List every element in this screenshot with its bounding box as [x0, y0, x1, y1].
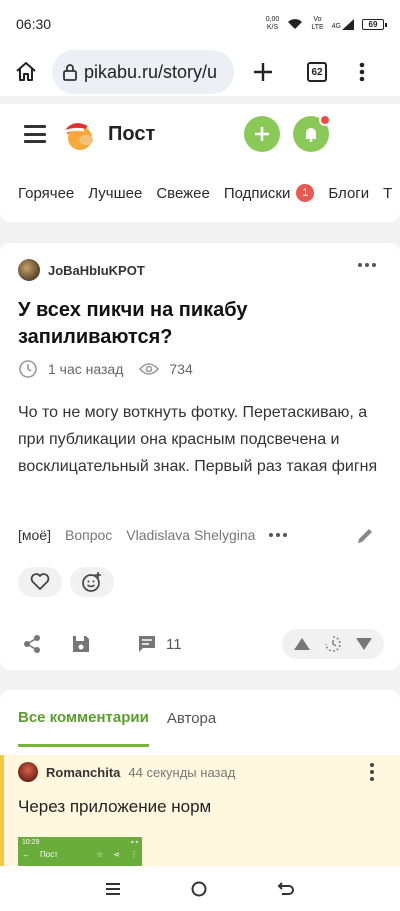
plus-icon	[255, 127, 269, 141]
category-subscriptions[interactable]: Подписки 1	[224, 184, 315, 202]
story-body: Чо то не могу воткнуть фотку. Перетаскив…	[18, 404, 378, 475]
category-subscriptions-label: Подписки	[223, 184, 291, 202]
clock-icon	[19, 360, 37, 378]
comment-author[interactable]: Romanchita	[46, 765, 120, 780]
vote-controls	[282, 629, 384, 659]
category-best[interactable]: Лучшее	[88, 185, 142, 202]
notification-dot	[319, 114, 331, 126]
status-time: 06:30	[16, 16, 52, 32]
author-name: JoBaHbIuKPOT	[48, 262, 145, 278]
add-reaction-button[interactable]	[70, 567, 114, 597]
lock-icon	[63, 64, 77, 81]
reaction-row	[18, 567, 114, 597]
notifications-button[interactable]	[293, 114, 331, 152]
story-author[interactable]: JoBaHbIuKPOT	[18, 259, 145, 281]
address-bar[interactable]: pikabu.ru/story/u	[52, 50, 234, 94]
category-nav: Горячее Лучшее Свежее Подписки 1 Блоги Т	[0, 164, 400, 222]
like-button[interactable]	[18, 567, 62, 597]
site-header: Пост	[0, 104, 400, 164]
story-tags: [моё] Вопрос Vladislava Shelygina	[18, 527, 288, 543]
system-nav-bar	[0, 866, 400, 911]
battery-level: 69	[368, 19, 378, 29]
recent-apps-icon[interactable]	[105, 882, 121, 896]
tag-question[interactable]: Вопрос	[65, 527, 112, 543]
menu-icon[interactable]	[24, 125, 46, 143]
network-bottom: LTE	[311, 24, 324, 31]
net-speed-unit: K/S	[266, 24, 279, 31]
comment-tabs: Все комментарии Автора	[18, 690, 216, 747]
comments-button[interactable]: 11	[138, 635, 182, 653]
image-share-icon: ⋖	[113, 850, 120, 859]
image-header: ← Пост ☆ ⋖ ⋮	[18, 848, 142, 861]
new-tab-button[interactable]	[234, 48, 292, 96]
plus-icon	[254, 63, 272, 81]
home-icon	[16, 62, 36, 81]
home-button[interactable]	[0, 48, 52, 96]
story-title[interactable]: У всех пикчи на пикабу запиливаются?	[18, 297, 378, 351]
add-post-button[interactable]	[244, 116, 280, 152]
comment-text: Через приложение норм	[18, 797, 212, 816]
cell-type: 4G	[331, 22, 341, 30]
signal-icon: 4G	[331, 18, 354, 30]
home-circle-icon[interactable]	[191, 881, 207, 897]
story-footer: 11	[0, 618, 400, 670]
subscriptions-badge: 1	[296, 184, 315, 202]
comment-header: Romanchita 44 секунды назад	[18, 762, 235, 782]
heart-icon	[30, 573, 50, 590]
pikabu-logo[interactable]	[60, 116, 96, 152]
comments-count: 11	[166, 635, 182, 653]
story-time: 1 час назад	[48, 361, 124, 377]
emoji-add-icon	[82, 572, 101, 592]
category-more[interactable]: Т	[383, 185, 392, 202]
tag-author[interactable]: Vladislava Shelygina	[126, 527, 255, 543]
net-speed: 0,00 K/S	[266, 16, 280, 32]
downvote-icon[interactable]	[355, 637, 373, 651]
eye-icon	[139, 363, 160, 375]
comment-icon	[139, 636, 155, 652]
avatar[interactable]	[18, 762, 38, 782]
upvote-icon[interactable]	[293, 637, 311, 651]
category-fresh[interactable]: Свежее	[156, 185, 210, 202]
image-time: 10:29	[22, 839, 40, 846]
category-blogs[interactable]: Блоги	[328, 185, 369, 202]
image-star-icon: ☆	[96, 850, 104, 859]
status-icons: 0,00 K/S Vo LTE 4G 69	[266, 16, 387, 32]
more-vertical-icon	[359, 62, 365, 82]
tab-all-comments[interactable]: Все комментарии	[18, 690, 149, 747]
edit-icon[interactable]	[356, 527, 374, 545]
save-icon[interactable]	[72, 635, 90, 653]
bell-icon	[305, 128, 317, 142]
back-icon[interactable]	[277, 881, 295, 897]
wifi-icon	[288, 19, 303, 29]
tab-author-comments[interactable]: Автора	[167, 690, 216, 747]
image-status-icons: ▪ ▪	[131, 839, 138, 846]
story-card: JoBaHbIuKPOT У всех пикчи на пикабу запи…	[0, 243, 400, 670]
tabs-button[interactable]: 62	[292, 62, 342, 82]
net-speed-value: 0,00	[265, 16, 280, 23]
tabs-count: 62	[307, 62, 327, 82]
tag-own[interactable]: [моё]	[18, 527, 51, 543]
comment-more-button[interactable]	[370, 763, 374, 781]
avatar	[18, 259, 40, 281]
status-bar: 06:30 0,00 K/S Vo LTE 4G 69	[0, 0, 400, 48]
battery-icon: 69	[362, 18, 387, 30]
category-hot[interactable]: Горячее	[18, 185, 74, 202]
story-views: 734	[169, 361, 193, 377]
image-status-bar: 10:29 ▪ ▪	[18, 837, 142, 848]
comment-time: 44 секунды назад	[128, 764, 236, 780]
volte-indicator: Vo LTE	[311, 16, 323, 32]
share-icon[interactable]	[22, 634, 42, 654]
url-text: pikabu.ru/story/u	[84, 61, 218, 82]
image-title: Пост	[40, 850, 58, 859]
more-tags-button[interactable]	[269, 533, 288, 537]
image-back-icon: ←	[22, 850, 30, 859]
page-title: Пост	[108, 122, 156, 145]
rating-hidden-icon	[325, 636, 341, 652]
image-more-icon: ⋮	[130, 850, 138, 859]
browser-toolbar: pikabu.ru/story/u 62	[0, 48, 400, 96]
network-top: Vo	[313, 16, 322, 23]
story-more-button[interactable]	[358, 263, 376, 267]
story-meta: 1 час назад 734	[18, 359, 193, 379]
browser-menu-button[interactable]	[342, 62, 382, 82]
